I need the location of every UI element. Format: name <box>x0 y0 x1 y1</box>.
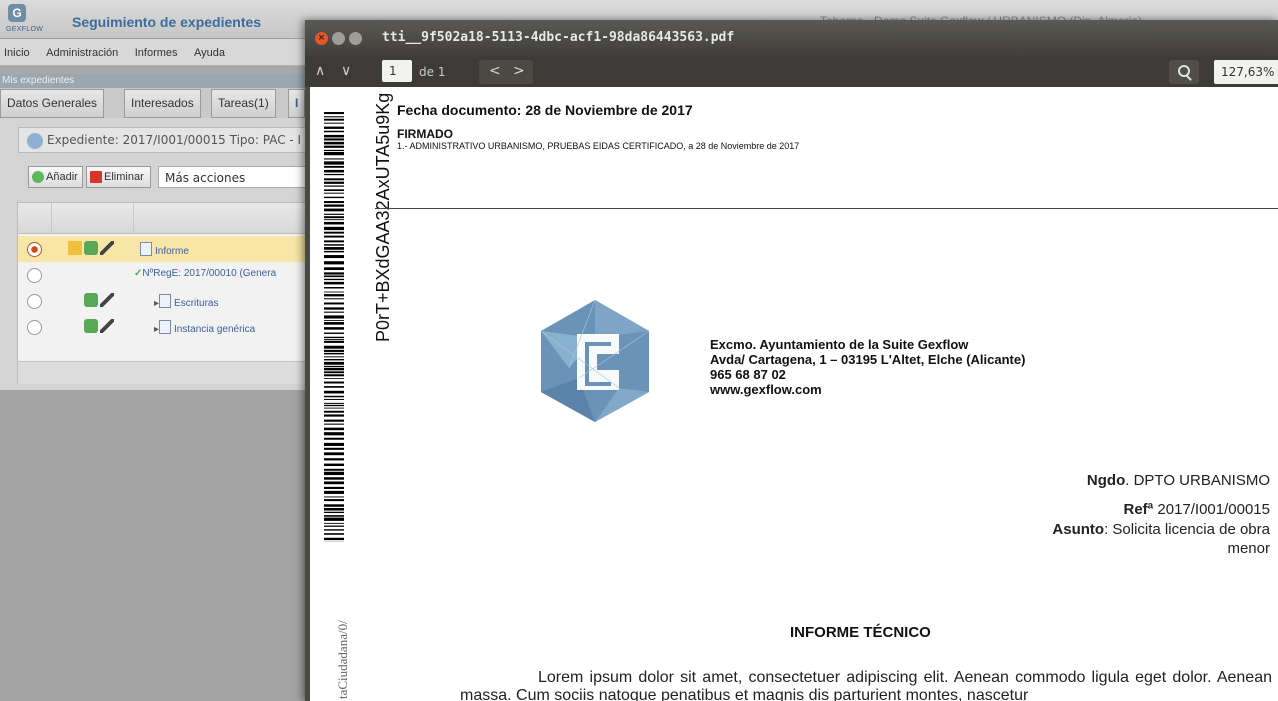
signature-line: 1.- ADMINISTRATIVO URBANISMO, PRUEBAS EI… <box>397 141 800 151</box>
row-radio[interactable] <box>27 242 42 257</box>
expediente-header: Expediente: 2017/I001/00015 Tipo: PAC - … <box>18 127 312 153</box>
maximize-window-button[interactable] <box>349 32 362 45</box>
refresh-icon[interactable] <box>84 319 98 333</box>
row-label[interactable]: Informe <box>140 242 189 257</box>
organization-phone: 965 68 87 02 <box>710 367 786 382</box>
gexflow-hexagon-logo <box>540 299 650 422</box>
menu-informes[interactable]: Informes <box>135 47 178 59</box>
ngdo-line: Ngdo. DPTO URBANISMO <box>1086 472 1270 489</box>
pencil-icon[interactable] <box>100 293 114 307</box>
refresh-icon[interactable] <box>84 293 98 307</box>
organization-name: Excmo. Ayuntamiento de la Suite Gexflow <box>710 337 969 352</box>
tabs-row: Datos Generales Interesados Tareas(1) I <box>0 88 310 118</box>
organization-address: Avda/ Cartagena, 1 – 03195 L'Altet, Elch… <box>710 352 1026 367</box>
previous-page-button[interactable]: ∧ <box>315 63 325 79</box>
window-titlebar[interactable]: × tti__9f502a18-5113-4dbc-acf1-98da86443… <box>305 20 1278 57</box>
table-row[interactable]: ✓NºRegE: 2017/00010 (Genera <box>18 262 311 288</box>
pdf-page: P0rT+BXdGAA32AxUTA5u9Kg taCiudadana/0/ F… <box>310 87 1278 701</box>
empty-area <box>0 390 310 701</box>
row-radio[interactable] <box>27 268 42 283</box>
organization-website: www.gexflow.com <box>710 382 822 397</box>
menu-ayuda[interactable]: Ayuda <box>194 47 225 59</box>
edit-icon[interactable] <box>68 241 82 255</box>
table-row[interactable]: ▸ Instancia genérica <box>18 314 311 340</box>
side-verification-text: taCiudadana/0/ <box>335 620 350 699</box>
document-icon <box>159 320 172 334</box>
menu-administracion[interactable]: Administración <box>46 47 118 59</box>
expediente-icon <box>27 132 43 149</box>
add-button-label: Añadir <box>46 171 78 183</box>
window-title: tti__9f502a18-5113-4dbc-acf1-98da8644356… <box>382 30 735 45</box>
pdf-viewer-window: × tti__9f502a18-5113-4dbc-acf1-98da86443… <box>305 20 1278 701</box>
close-window-button[interactable]: × <box>315 32 328 45</box>
delete-icon <box>90 171 102 184</box>
app-title: Seguimiento de expedientes <box>72 14 262 30</box>
pencil-icon[interactable] <box>100 319 114 333</box>
tab-datos-generales[interactable]: Datos Generales <box>0 89 105 118</box>
document-date: Fecha documento: 28 de Noviembre de 2017 <box>397 102 693 118</box>
document-icon <box>140 242 152 256</box>
back-button[interactable]: < <box>489 63 501 79</box>
documents-grid: Informe ✓NºRegE: 2017/00010 (Genera ▸ Esc… <box>17 202 312 384</box>
add-icon <box>32 171 44 184</box>
report-title: INFORME TÉCNICO <box>790 624 931 641</box>
tab-interesados[interactable]: Interesados <box>124 89 201 118</box>
table-row[interactable]: ▸ Escrituras <box>18 288 311 314</box>
refresh-icon[interactable] <box>84 241 98 255</box>
row-label[interactable]: ▸ Instancia genérica <box>154 320 255 335</box>
grid-header <box>18 203 311 234</box>
gexflow-logo: G GEXFLOW <box>6 4 43 34</box>
report-body: Lorem ipsum dolor sit amet, consectetuer… <box>460 669 1272 701</box>
actions-select[interactable]: Más acciones <box>158 166 310 188</box>
zoom-select[interactable]: 127,63% <box>1214 60 1278 84</box>
divider <box>375 208 1278 209</box>
tab-more[interactable]: I <box>288 89 306 118</box>
forward-button[interactable]: > <box>513 63 525 79</box>
signed-label: FIRMADO <box>397 127 453 141</box>
row-radio[interactable] <box>27 294 42 309</box>
expediente-text: Expediente: 2017/I001/00015 Tipo: PAC - … <box>47 133 302 147</box>
pencil-icon[interactable] <box>100 241 114 255</box>
gexflow-logo-icon: G <box>8 4 26 22</box>
viewer-toolbar: ∧ ∨ 1 de 1 < > 127,63% <box>305 57 1278 87</box>
tab-tareas[interactable]: Tareas(1) <box>211 89 276 118</box>
delete-button[interactable]: Eliminar <box>86 166 151 188</box>
page-number-input[interactable]: 1 <box>382 60 412 82</box>
history-nav: < > <box>479 60 533 84</box>
barcode <box>324 112 344 542</box>
menu-inicio[interactable]: Inicio <box>4 47 30 59</box>
row-label[interactable]: ▸ Escrituras <box>154 294 218 309</box>
page-count: de 1 <box>419 65 446 79</box>
minimize-window-button[interactable] <box>332 32 345 45</box>
section-bar: Mis expedientes <box>0 74 312 88</box>
grid-footer <box>18 361 311 384</box>
delete-button-label: Eliminar <box>104 171 144 183</box>
add-button[interactable]: Añadir <box>28 166 83 188</box>
search-button[interactable] <box>1169 60 1199 84</box>
gexflow-logo-text: GEXFLOW <box>6 26 44 33</box>
document-icon <box>159 294 172 308</box>
row-radio[interactable] <box>27 320 42 335</box>
barcode-code: P0rT+BXdGAA32AxUTA5u9Kg <box>373 92 393 342</box>
row-label[interactable]: ✓NºRegE: 2017/00010 (Genera <box>134 268 276 279</box>
reference-line: Refª 2017/I001/00015 <box>1123 501 1270 518</box>
organization-block: Excmo. Ayuntamiento de la Suite Gexflow … <box>710 337 1025 397</box>
table-row[interactable]: Informe <box>18 236 311 262</box>
subject-line: Asunto: Solicita licencia de obra menor <box>1052 521 1270 557</box>
next-page-button[interactable]: ∨ <box>341 63 351 79</box>
